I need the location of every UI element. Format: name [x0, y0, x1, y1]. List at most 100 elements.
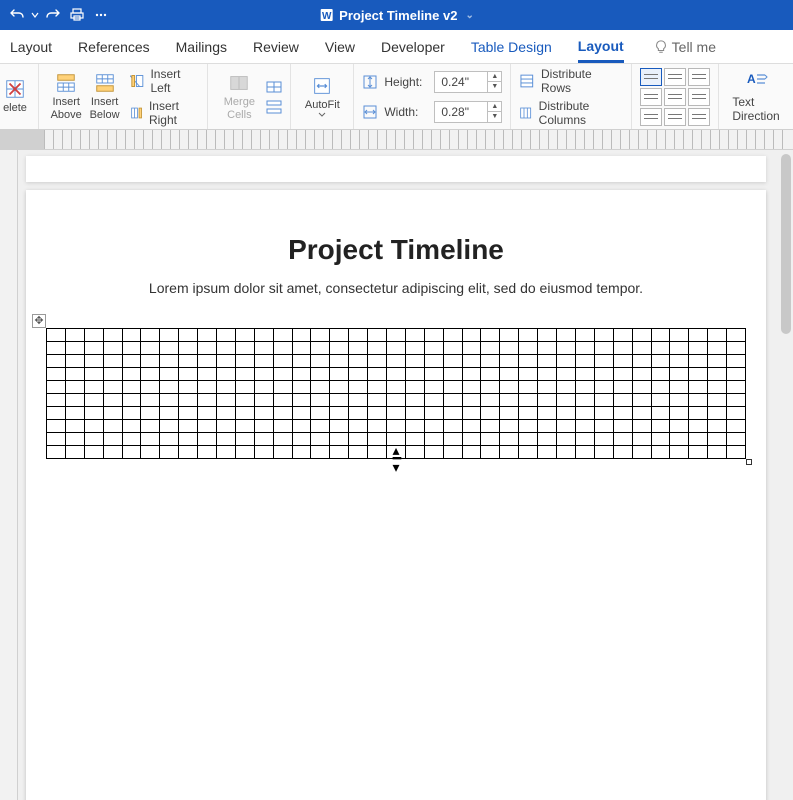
- table-cell[interactable]: [538, 381, 557, 394]
- table-cell[interactable]: [65, 446, 84, 459]
- table-cell[interactable]: [198, 355, 217, 368]
- table-cell[interactable]: [387, 342, 406, 355]
- table-cell[interactable]: [235, 381, 254, 394]
- table-cell[interactable]: [557, 381, 576, 394]
- table-cell[interactable]: [311, 433, 330, 446]
- table-cell[interactable]: [405, 446, 424, 459]
- table-cell[interactable]: [198, 368, 217, 381]
- distribute-columns-button[interactable]: Distribute Columns: [519, 99, 623, 127]
- align-bot-left[interactable]: [640, 108, 662, 126]
- table-cell[interactable]: [670, 394, 689, 407]
- table-cell[interactable]: [405, 433, 424, 446]
- table-cell[interactable]: [273, 342, 292, 355]
- table-cell[interactable]: [179, 420, 198, 433]
- tab-table-layout[interactable]: Layout: [578, 32, 624, 63]
- table-cell[interactable]: [594, 342, 613, 355]
- table-cell[interactable]: [254, 342, 273, 355]
- align-top-right[interactable]: [688, 68, 710, 86]
- distribute-rows-button[interactable]: Distribute Rows: [519, 67, 623, 95]
- table-cell[interactable]: [519, 446, 538, 459]
- align-mid-right[interactable]: [688, 88, 710, 106]
- table-cell[interactable]: [632, 446, 651, 459]
- table-cell[interactable]: [689, 368, 708, 381]
- table-cell[interactable]: [273, 394, 292, 407]
- table-cell[interactable]: [84, 394, 103, 407]
- table-cell[interactable]: [519, 368, 538, 381]
- height-input[interactable]: 0.24" ▲▼: [434, 71, 502, 93]
- table-cell[interactable]: [670, 446, 689, 459]
- document-heading[interactable]: Project Timeline: [26, 234, 766, 266]
- table-cell[interactable]: [632, 381, 651, 394]
- table-cell[interactable]: [141, 407, 160, 420]
- height-spinner[interactable]: ▲▼: [487, 72, 501, 92]
- table-cell[interactable]: [103, 342, 122, 355]
- table-cell[interactable]: [500, 329, 519, 342]
- table-cell[interactable]: [462, 446, 481, 459]
- table-cell[interactable]: [217, 355, 236, 368]
- table-cell[interactable]: [443, 368, 462, 381]
- table-cell[interactable]: [613, 433, 632, 446]
- table-cell[interactable]: [727, 329, 746, 342]
- table-cell[interactable]: [670, 329, 689, 342]
- table-cell[interactable]: [235, 329, 254, 342]
- table-cell[interactable]: [443, 394, 462, 407]
- table-cell[interactable]: [330, 355, 349, 368]
- table-cell[interactable]: [443, 381, 462, 394]
- vertical-ruler[interactable]: [0, 150, 18, 800]
- table-cell[interactable]: [481, 329, 500, 342]
- table-cell[interactable]: [292, 355, 311, 368]
- table-cell[interactable]: [330, 329, 349, 342]
- table-cell[interactable]: [292, 381, 311, 394]
- table-cell[interactable]: [84, 329, 103, 342]
- table-cell[interactable]: [424, 381, 443, 394]
- table-cell[interactable]: [708, 381, 727, 394]
- table-cell[interactable]: [727, 355, 746, 368]
- tab-review[interactable]: Review: [253, 33, 299, 61]
- table-cell[interactable]: [254, 381, 273, 394]
- table-cell[interactable]: [349, 446, 368, 459]
- table-cell[interactable]: [387, 394, 406, 407]
- table-cell[interactable]: [217, 446, 236, 459]
- table-cell[interactable]: [330, 446, 349, 459]
- table-cell[interactable]: [557, 420, 576, 433]
- table-cell[interactable]: [368, 368, 387, 381]
- table-cell[interactable]: [122, 329, 141, 342]
- tab-view[interactable]: View: [325, 33, 355, 61]
- table-cell[interactable]: [462, 381, 481, 394]
- table-cell[interactable]: [613, 394, 632, 407]
- table-cell[interactable]: [330, 407, 349, 420]
- table-cell[interactable]: [689, 394, 708, 407]
- table-cell[interactable]: [292, 433, 311, 446]
- table-cell[interactable]: [292, 329, 311, 342]
- table-cell[interactable]: [65, 381, 84, 394]
- table-cell[interactable]: [708, 446, 727, 459]
- table-cell[interactable]: [557, 342, 576, 355]
- table-cell[interactable]: [613, 329, 632, 342]
- table-cell[interactable]: [519, 394, 538, 407]
- table-cell[interactable]: [651, 368, 670, 381]
- table-cell[interactable]: [424, 342, 443, 355]
- table-cell[interactable]: [670, 342, 689, 355]
- table-cell[interactable]: [481, 420, 500, 433]
- table-cell[interactable]: [292, 446, 311, 459]
- table-cell[interactable]: [254, 420, 273, 433]
- table-cell[interactable]: [519, 329, 538, 342]
- table-cell[interactable]: [368, 433, 387, 446]
- table-cell[interactable]: [424, 446, 443, 459]
- table-cell[interactable]: [179, 394, 198, 407]
- table-cell[interactable]: [47, 342, 66, 355]
- table-cell[interactable]: [481, 394, 500, 407]
- table-cell[interactable]: [500, 433, 519, 446]
- table-cell[interactable]: [103, 394, 122, 407]
- table-cell[interactable]: [538, 368, 557, 381]
- table-cell[interactable]: [405, 368, 424, 381]
- table-cell[interactable]: [443, 342, 462, 355]
- table-cell[interactable]: [594, 394, 613, 407]
- align-top-left[interactable]: [640, 68, 662, 86]
- table-cell[interactable]: [47, 368, 66, 381]
- align-top-center[interactable]: [664, 68, 686, 86]
- table-cell[interactable]: [405, 381, 424, 394]
- table-cell[interactable]: [575, 368, 594, 381]
- table-cell[interactable]: [179, 446, 198, 459]
- table-cell[interactable]: [462, 407, 481, 420]
